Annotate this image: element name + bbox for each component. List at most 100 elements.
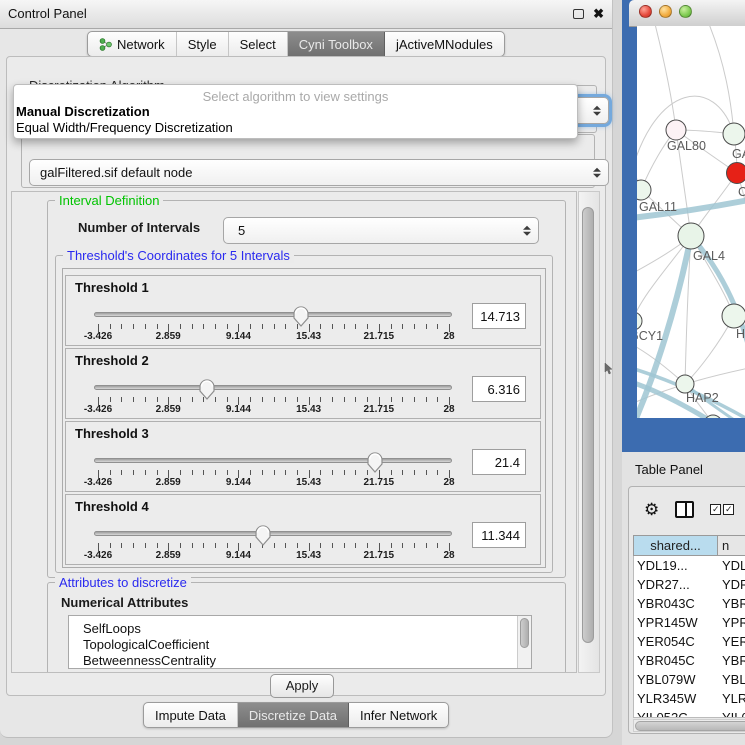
slider-track[interactable] <box>94 458 452 463</box>
settings-scrollbar-thumb[interactable] <box>582 207 594 643</box>
tab-select[interactable]: Select <box>229 32 288 56</box>
table-row[interactable]: YBR045CYBR0 <box>634 651 745 670</box>
settings-scrollbar[interactable] <box>578 191 600 673</box>
column-header-shared[interactable]: shared... <box>633 535 718 556</box>
slider-tick <box>133 543 134 548</box>
tab-style[interactable]: Style <box>177 32 229 56</box>
network-edge[interactable] <box>637 96 734 174</box>
slider-tick <box>203 470 204 475</box>
cell-name: YBR0 <box>722 651 745 670</box>
slider-tick <box>414 324 415 329</box>
threshold-value-field[interactable]: 14.713 <box>472 303 526 329</box>
threshold-label: Threshold 3 <box>75 426 149 441</box>
network-node[interactable] <box>727 163 745 184</box>
tab-discretize-data[interactable]: Discretize Data <box>238 703 349 727</box>
tab-infer-network[interactable]: Infer Network <box>349 703 448 727</box>
table-row[interactable]: YDL19...YDL1 <box>634 556 745 575</box>
slider-tick <box>355 324 356 329</box>
list-scrollbar-thumb[interactable] <box>520 618 529 648</box>
checked-box-icon[interactable]: ✓ <box>723 504 734 515</box>
slider-track[interactable] <box>94 312 452 317</box>
slider-tick <box>344 470 345 475</box>
settings-gear-icon[interactable]: ⚙ <box>644 501 659 518</box>
table-row[interactable]: YPR145WYPR1 <box>634 613 745 632</box>
panel-title: Control Panel <box>8 6 87 21</box>
tab-jactivemnodules[interactable]: jActiveMNodules <box>385 32 504 56</box>
table-row[interactable]: YDR27...YDR2 <box>634 575 745 594</box>
dropdown-item-equal-width[interactable]: Equal Width/Frequency Discretization <box>14 120 577 136</box>
cyni-toolbox-panel: Discretization Algorithm Table Data galF… <box>6 56 606 696</box>
network-node[interactable] <box>666 120 686 140</box>
threshold-value-field[interactable]: 21.4 <box>472 449 526 475</box>
threshold-value-field[interactable]: 6.316 <box>472 376 526 402</box>
slider-tick <box>437 470 438 475</box>
slider-tick <box>145 543 146 548</box>
network-node[interactable] <box>723 123 745 145</box>
zoom-light-icon[interactable] <box>679 5 692 18</box>
bottom-tabstrip: Impute Data Discretize Data Infer Networ… <box>143 702 449 728</box>
slider-thumb[interactable] <box>366 451 384 475</box>
checked-box-icon[interactable]: ✓ <box>710 504 721 515</box>
attribute-item[interactable]: BetweennessCentrality <box>69 653 531 669</box>
network-node[interactable] <box>722 304 745 328</box>
slider-tick <box>355 543 356 548</box>
combo-stepper-icon <box>593 105 601 116</box>
network-canvas[interactable]: GAL80GACGAL11GAL4GCY1HHAP2 <box>637 26 745 418</box>
slider-tick <box>344 397 345 402</box>
slider-thumb[interactable] <box>292 305 310 329</box>
table-hscrollbar[interactable] <box>633 719 745 732</box>
table-row[interactable]: YBL079WYBL0 <box>634 670 745 689</box>
attribute-item[interactable]: SelfLoops <box>69 621 531 637</box>
slider-thumb[interactable] <box>198 378 216 402</box>
slider-track[interactable] <box>94 531 452 536</box>
tab-label: Cyni Toolbox <box>299 37 373 52</box>
num-intervals-combo[interactable]: 5 <box>223 217 539 244</box>
tab-label: Select <box>240 37 276 52</box>
slider-tick-label: -3.426 <box>84 550 112 561</box>
float-icon[interactable] <box>573 9 584 19</box>
slider-track[interactable] <box>94 385 452 390</box>
control-panel-window: Control Panel ✖ Network Style Select Cyn… <box>0 0 613 738</box>
slider-tick <box>192 397 193 402</box>
threshold-value-field[interactable]: 11.344 <box>472 522 526 548</box>
dropdown-item-manual-discretization[interactable]: Manual Discretization <box>14 104 577 120</box>
tab-cyni-toolbox[interactable]: Cyni Toolbox <box>288 32 385 56</box>
slider-thumb[interactable] <box>254 524 272 548</box>
slider-tick <box>121 324 122 329</box>
slider-tick-label: 28 <box>443 550 454 561</box>
split-view-icon[interactable] <box>675 501 694 518</box>
slider-tick <box>215 324 216 329</box>
network-edge[interactable] <box>691 236 734 316</box>
slider-tick <box>203 324 204 329</box>
numerical-attributes-list[interactable]: SelfLoopsTopologicalCoefficientBetweenne… <box>68 615 532 669</box>
slider-tick <box>227 324 228 329</box>
table-row[interactable]: YER054CYER0 <box>634 632 745 651</box>
network-node[interactable] <box>637 312 642 330</box>
table-row[interactable]: YIL052CYIL0 <box>634 708 745 718</box>
close-light-icon[interactable] <box>639 5 652 18</box>
minimize-light-icon[interactable] <box>659 5 672 18</box>
table-data-combo[interactable]: galFiltered.sif default node <box>29 159 609 186</box>
table-row[interactable]: YBR043CYBR0 <box>634 594 745 613</box>
column-header-name[interactable]: n <box>717 535 745 556</box>
slider-tick <box>437 324 438 329</box>
slider-tick <box>180 397 181 402</box>
list-scrollbar[interactable] <box>517 616 531 668</box>
slider-tick <box>192 324 193 329</box>
network-icon <box>99 38 112 51</box>
tab-network[interactable]: Network <box>88 32 177 56</box>
slider-tick-label: -3.426 <box>84 331 112 342</box>
network-edge[interactable] <box>685 316 734 384</box>
tab-impute-data[interactable]: Impute Data <box>144 703 238 727</box>
cell-name: YBR0 <box>722 594 745 613</box>
table-row[interactable]: YLR345WYLR3 <box>634 689 745 708</box>
slider-tick <box>192 543 193 548</box>
slider-tick <box>157 543 158 548</box>
network-edge[interactable] <box>655 26 676 130</box>
network-node[interactable] <box>678 223 704 249</box>
attribute-item[interactable]: TopologicalCoefficient <box>69 637 531 653</box>
table-hscrollbar-thumb[interactable] <box>635 721 745 731</box>
network-edge[interactable] <box>709 26 734 134</box>
close-icon[interactable]: ✖ <box>593 8 604 20</box>
apply-button[interactable]: Apply <box>270 674 334 698</box>
